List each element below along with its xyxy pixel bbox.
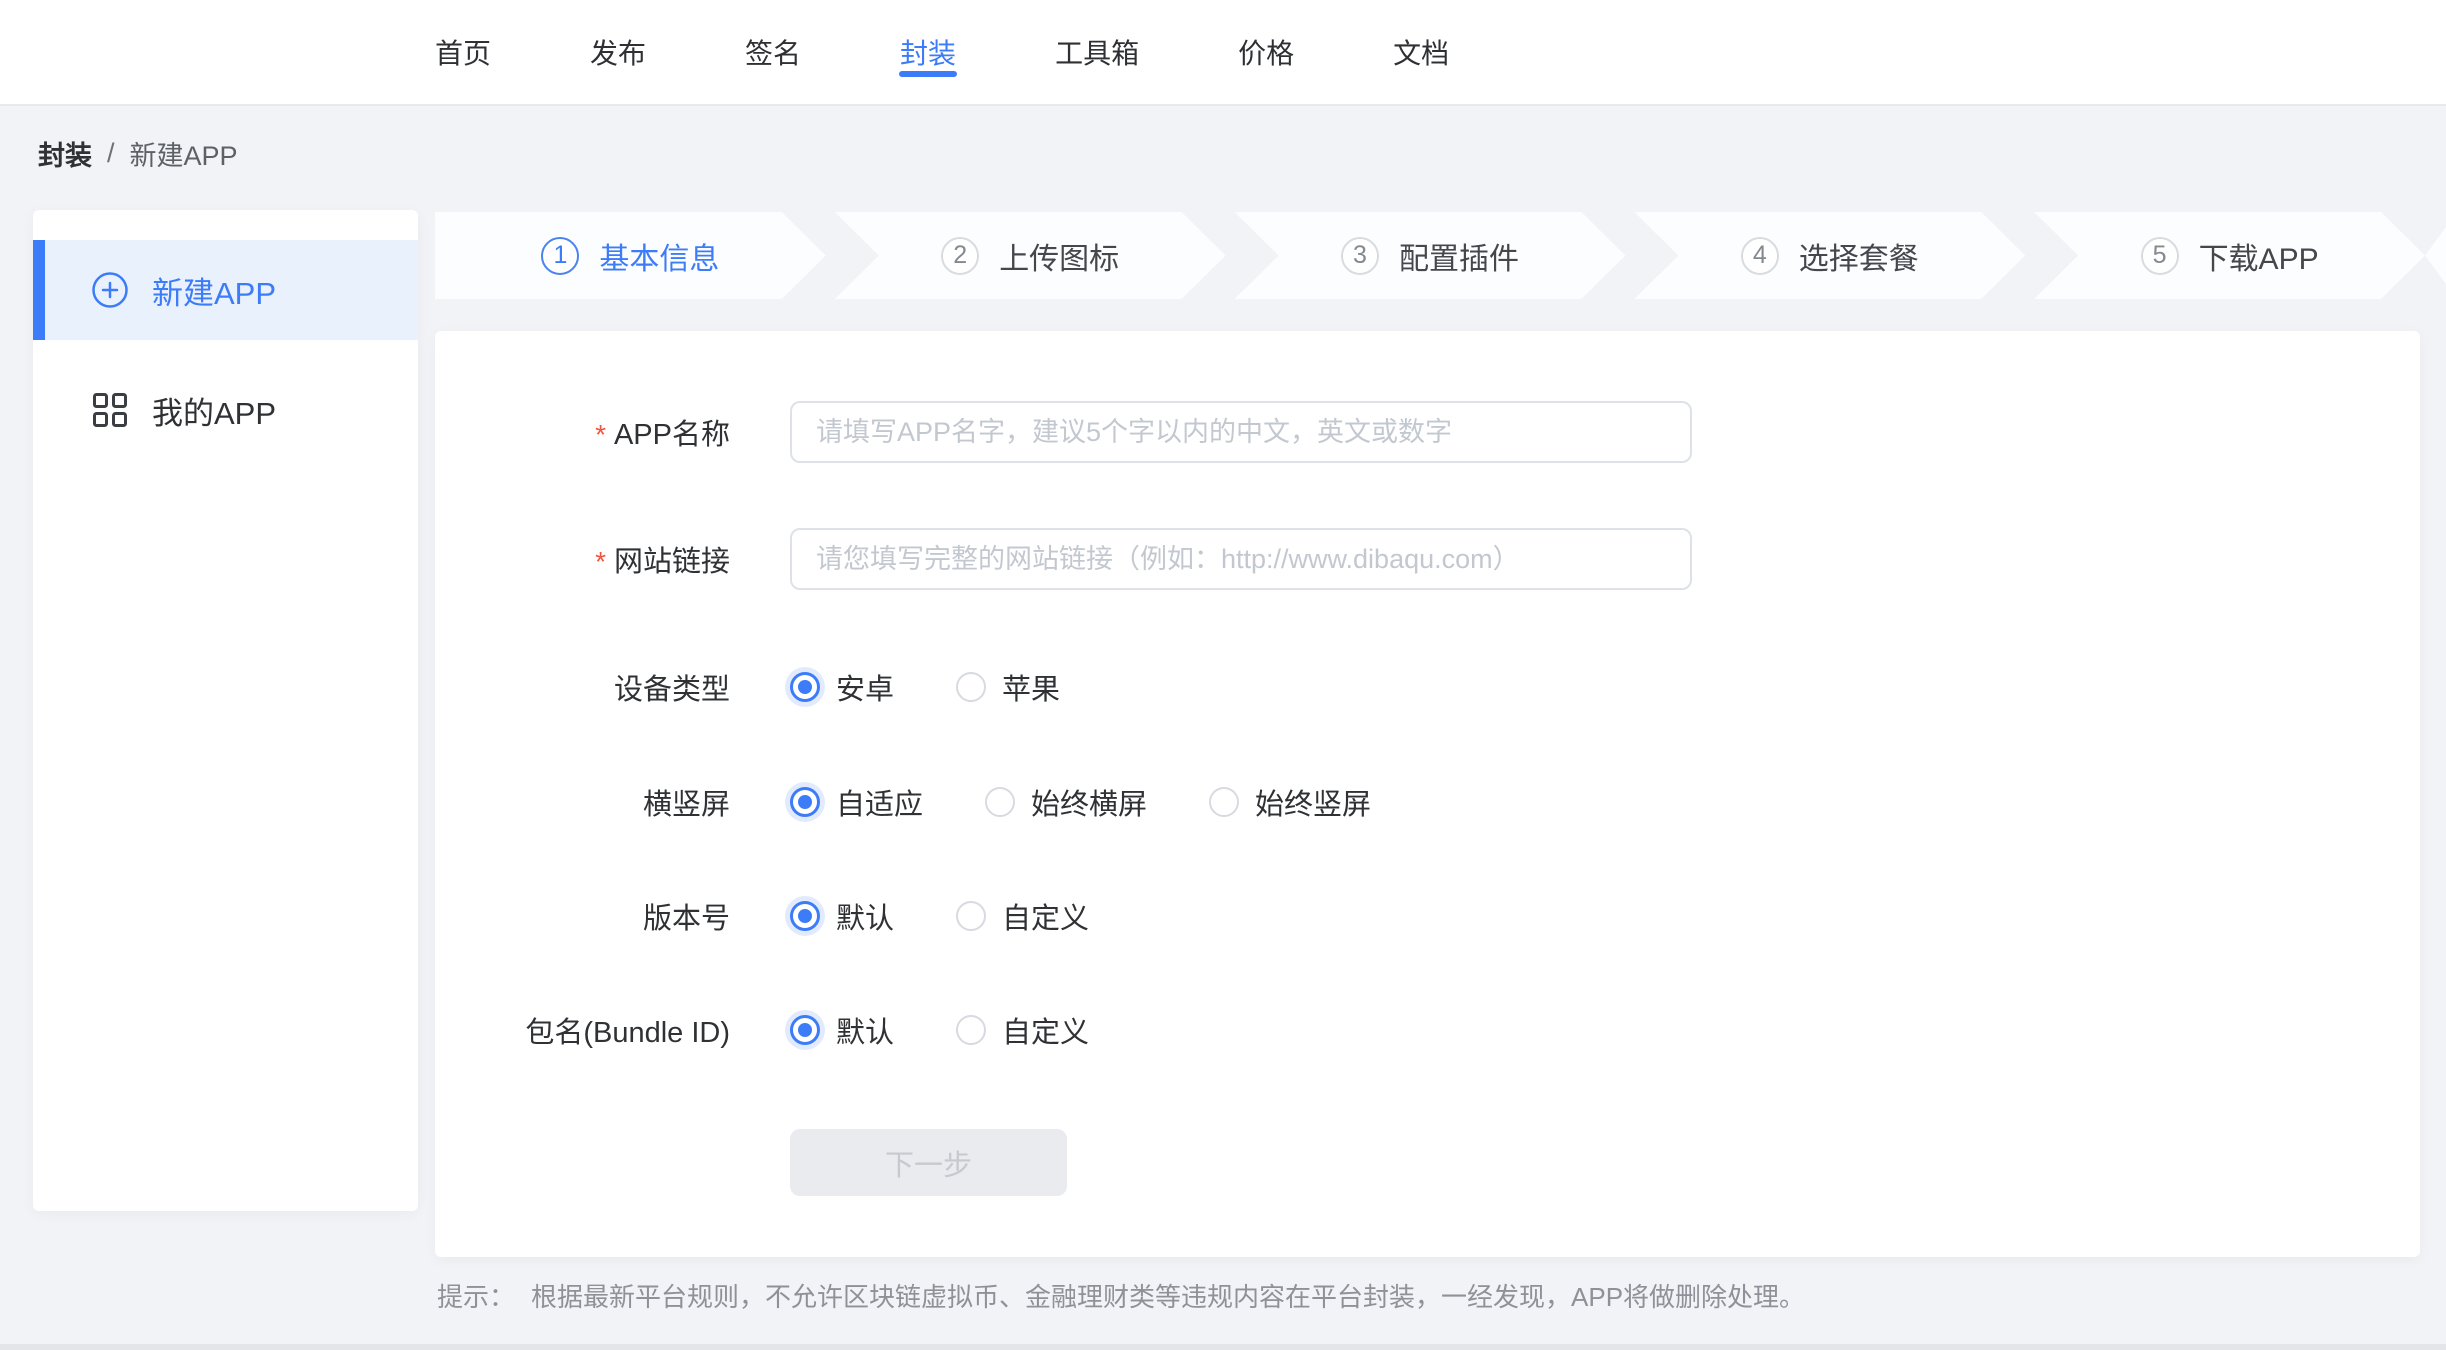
step-3-configure-plugins: 3 配置插件: [1235, 212, 1626, 299]
sidebar-item-my-app[interactable]: 我的APP: [33, 360, 418, 460]
website-url-label: *网站链接: [435, 538, 730, 580]
radio-icon: [790, 787, 820, 817]
stepper-tail-decoration: [2425, 227, 2446, 284]
radio-icon: [790, 1015, 820, 1045]
app-name-input[interactable]: [790, 401, 1692, 463]
nav-item-price[interactable]: 价格: [1238, 0, 1294, 104]
step-number: 2: [941, 237, 979, 275]
version-row: 版本号 默认 自定义: [435, 895, 2420, 937]
bundle-id-label: 包名(Bundle ID): [435, 1009, 730, 1051]
radio-version-custom[interactable]: 自定义: [956, 895, 1089, 937]
step-number: 1: [541, 237, 579, 275]
radio-bundle-custom[interactable]: 自定义: [956, 1009, 1089, 1051]
version-label: 版本号: [435, 895, 730, 937]
radio-icon: [956, 1015, 986, 1045]
app-name-row: *APP名称: [435, 401, 2420, 463]
radio-icon: [956, 901, 986, 931]
website-url-input[interactable]: [790, 528, 1692, 590]
footer-strip: [0, 1344, 2446, 1350]
plus-circle-icon: [90, 270, 130, 310]
grid-icon: [90, 390, 130, 430]
sidebar-item-new-app[interactable]: 新建APP: [33, 240, 418, 340]
radio-icon: [790, 672, 820, 702]
step-5-download-app: 5 下载APP: [2034, 212, 2425, 299]
radio-orientation-portrait[interactable]: 始终竖屏: [1209, 781, 1371, 823]
website-url-row: *网站链接: [435, 528, 2420, 590]
radio-device-ios[interactable]: 苹果: [956, 666, 1060, 708]
breadcrumb-separator: /: [107, 138, 115, 169]
radio-icon: [790, 901, 820, 931]
new-app-form: *APP名称 *网站链接 设备类型 安卓 苹果 横竖屏: [435, 331, 2420, 1257]
nav-item-toolbox[interactable]: 工具箱: [1055, 0, 1139, 104]
step-2-upload-icon: 2 上传图标: [835, 212, 1226, 299]
nav-item-docs[interactable]: 文档: [1393, 0, 1449, 104]
platform-rules-hint: 提示： 根据最新平台规则，不允许区块链虚拟币、金融理财类等违规内容在平台封装，一经…: [437, 1277, 1805, 1314]
radio-orientation-auto[interactable]: 自适应: [790, 781, 923, 823]
radio-device-android[interactable]: 安卓: [790, 666, 894, 708]
nav-item-home[interactable]: 首页: [435, 0, 491, 104]
device-type-label: 设备类型: [435, 666, 730, 708]
required-asterisk: *: [595, 419, 606, 450]
breadcrumb-parent[interactable]: 封装: [38, 134, 92, 173]
step-number: 3: [1341, 237, 1379, 275]
sidebar: 新建APP 我的APP: [33, 210, 418, 1211]
radio-icon: [1209, 787, 1239, 817]
hint-prefix: 提示：: [437, 1282, 515, 1312]
radio-orientation-landscape[interactable]: 始终横屏: [985, 781, 1147, 823]
step-label: 配置插件: [1399, 234, 1519, 278]
step-number: 5: [2141, 237, 2179, 275]
bundle-id-row: 包名(Bundle ID) 默认 自定义: [435, 1009, 2420, 1051]
orientation-label: 横竖屏: [435, 781, 730, 823]
radio-icon: [956, 672, 986, 702]
main-nav: 首页 发布 签名 封装 工具箱 价格 文档: [435, 0, 1449, 104]
sidebar-item-label: 新建APP: [152, 268, 276, 313]
required-asterisk: *: [595, 546, 606, 577]
step-number: 4: [1741, 237, 1779, 275]
nav-item-sign[interactable]: 签名: [745, 0, 801, 104]
next-step-button[interactable]: 下一步: [790, 1129, 1067, 1196]
step-label: 上传图标: [999, 234, 1119, 278]
sidebar-item-label: 我的APP: [152, 388, 276, 433]
radio-bundle-default[interactable]: 默认: [790, 1009, 894, 1051]
step-wizard: 1 基本信息 2 上传图标 3 配置插件 4 选择套餐 5 下载APP: [435, 212, 2425, 299]
breadcrumb-current: 新建APP: [130, 134, 238, 173]
breadcrumb: 封装 / 新建APP: [38, 134, 238, 173]
hint-text: 根据最新平台规则，不允许区块链虚拟币、金融理财类等违规内容在平台封装，一经发现，…: [531, 1282, 1805, 1312]
step-label: 选择套餐: [1799, 234, 1919, 278]
radio-version-default[interactable]: 默认: [790, 895, 894, 937]
app-name-label: *APP名称: [435, 411, 730, 453]
step-label: 下载APP: [2199, 234, 2319, 278]
step-4-select-plan: 4 选择套餐: [1634, 212, 2025, 299]
step-label: 基本信息: [599, 234, 719, 278]
step-1-basic-info: 1 基本信息: [435, 212, 826, 299]
orientation-row: 横竖屏 自适应 始终横屏 始终竖屏: [435, 781, 2420, 823]
nav-item-package[interactable]: 封装: [900, 0, 956, 104]
nav-item-publish[interactable]: 发布: [590, 0, 646, 104]
device-type-row: 设备类型 安卓 苹果: [435, 666, 2420, 708]
top-navigation-bar: 首页 发布 签名 封装 工具箱 价格 文档: [0, 0, 2446, 106]
radio-icon: [985, 787, 1015, 817]
